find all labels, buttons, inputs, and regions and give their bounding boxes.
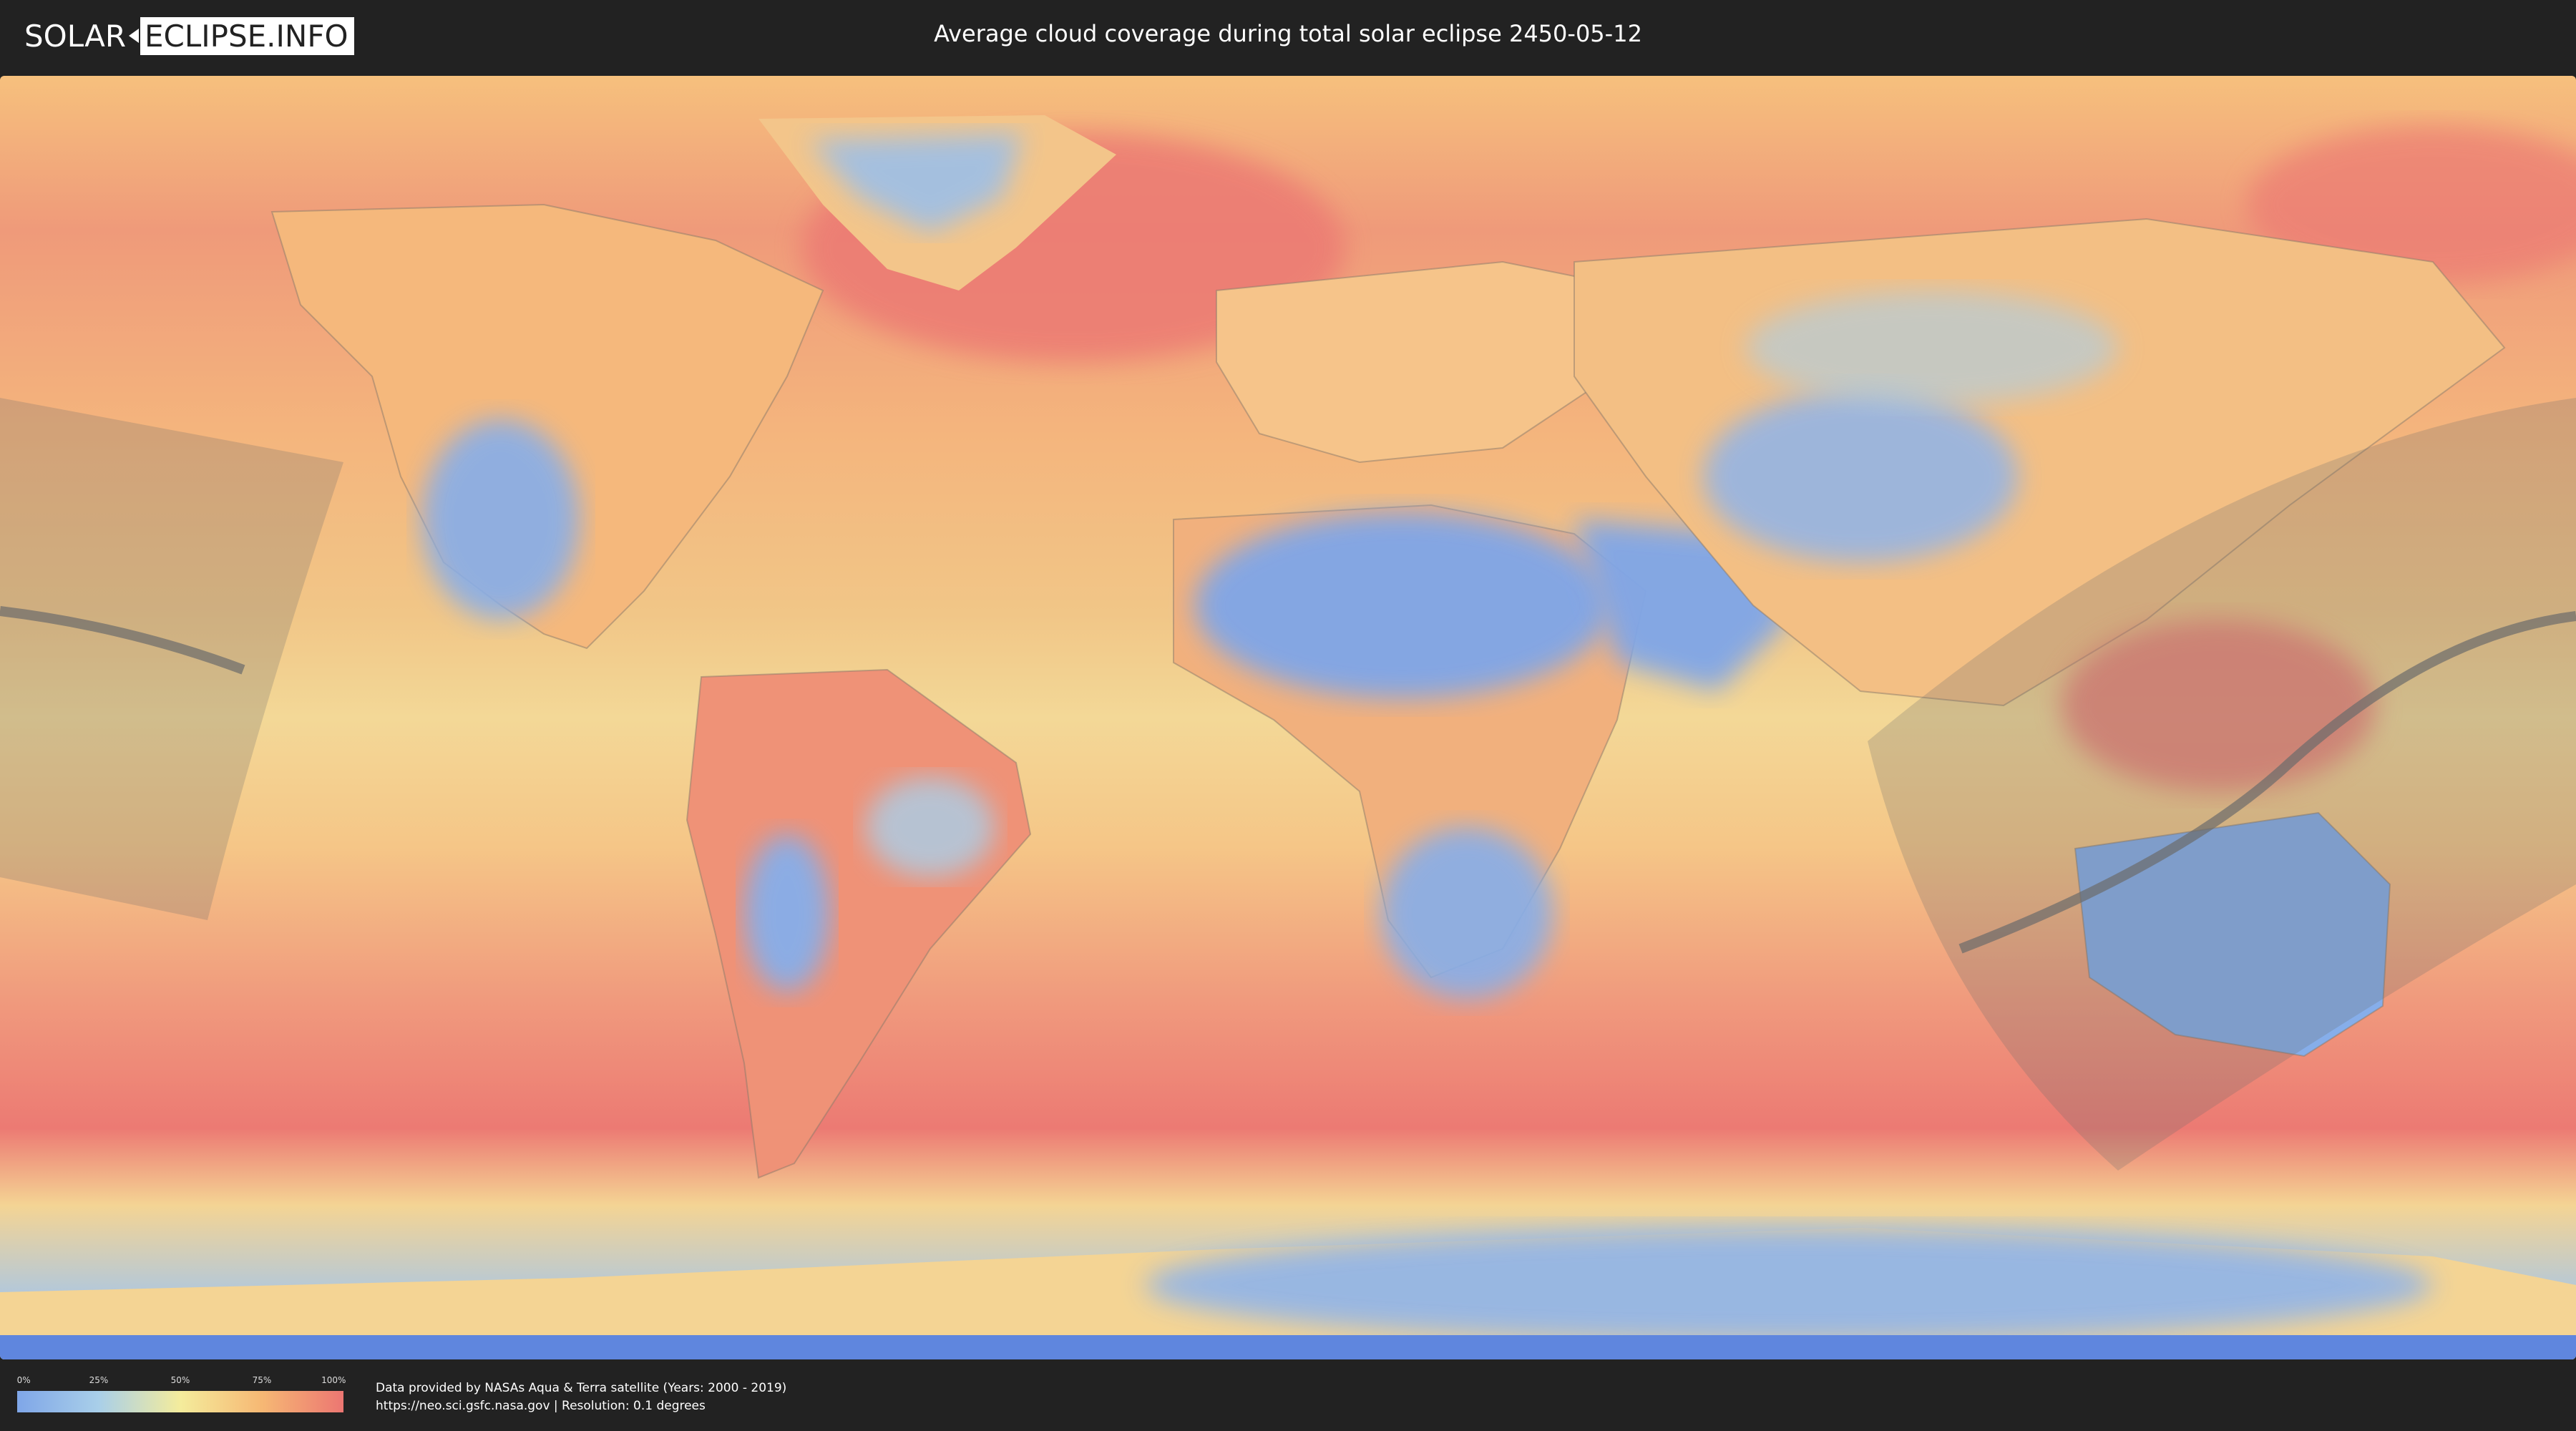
brazil-clear-sky	[866, 777, 995, 877]
central-asia-clear-sky	[1703, 391, 2018, 562]
data-credits: Data provided by NASAs Aqua & Terra sate…	[376, 1379, 786, 1415]
legend-tick-0: 0%	[16, 1375, 31, 1385]
legend-tick-100: 100%	[321, 1375, 346, 1385]
page-title: Average cloud coverage during total sola…	[934, 20, 1642, 47]
cloud-coverage-map[interactable]	[0, 76, 2576, 1359]
legend-tick-50: 50%	[170, 1375, 190, 1385]
legend-tick-25: 25%	[89, 1375, 109, 1385]
legend-color-bar	[17, 1391, 343, 1412]
antarctica-clear-sky	[1145, 1228, 2433, 1342]
atacama-clear-sky	[744, 834, 830, 992]
legend-ticks: 0% 25% 50% 75% 100%	[16, 1372, 346, 1388]
siberia-clear-sky	[1746, 290, 2118, 405]
sahara-clear-sky	[1195, 512, 1610, 698]
south-pole-band	[0, 1335, 2576, 1359]
kalahari-clear-sky	[1381, 827, 1553, 999]
mexico-clear-sky	[422, 419, 580, 620]
world-map-svg	[0, 76, 2576, 1359]
header-bar: SOLAR ECLIPSE.INFO Average cloud coverag…	[0, 0, 2576, 72]
coverage-legend: 0% 25% 50% 75% 100%	[16, 1372, 346, 1415]
legend-tick-75: 75%	[252, 1375, 272, 1385]
credits-line-1: Data provided by NASAs Aqua & Terra sate…	[376, 1381, 787, 1395]
credits-line-2: https://neo.sci.gsfc.nasa.gov | Resoluti…	[376, 1399, 706, 1413]
